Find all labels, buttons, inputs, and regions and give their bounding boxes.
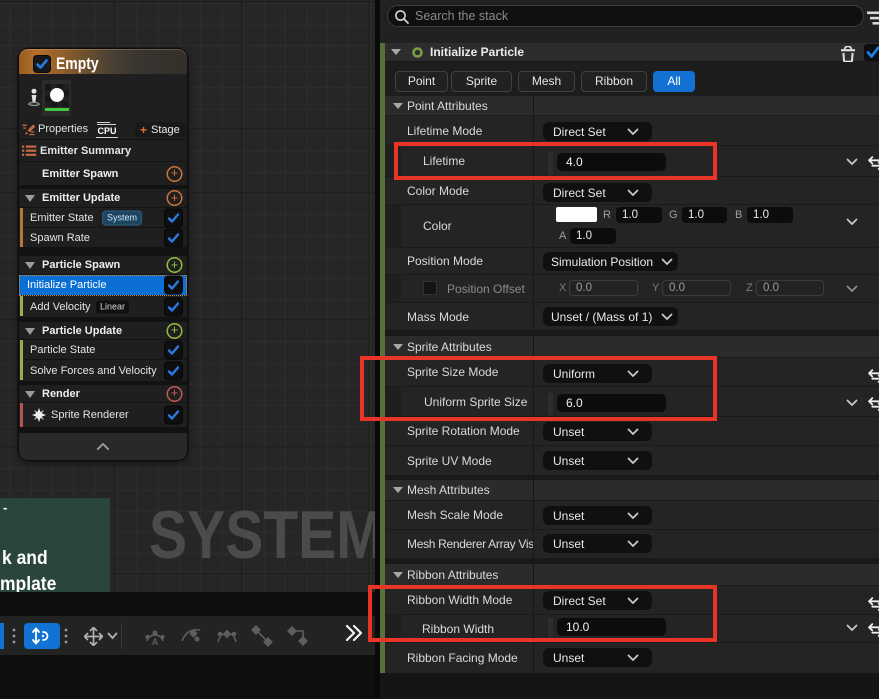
svg-text:A: A	[152, 637, 159, 647]
